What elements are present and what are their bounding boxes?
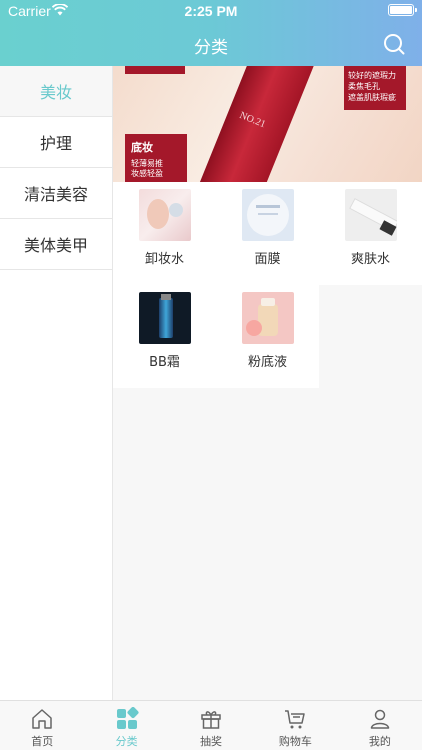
- product-label: BB霜: [149, 355, 180, 370]
- cart-icon: [285, 710, 306, 729]
- makeup-remover-image: [138, 189, 191, 241]
- product-row: 卸妆水 面膜 爽肤水: [113, 182, 422, 285]
- promo-banner[interactable]: NO.21 底妆 轻薄易推 妆感轻盈 较好的遮瑕力 柔焦毛孔 遮盖肌肤瑕疵: [113, 66, 422, 182]
- banner-note-line1: 较好的遮瑕力: [348, 71, 396, 80]
- banner-tag-title: 底妆: [131, 141, 153, 154]
- sidebar-item-cleansing[interactable]: 清洁美容: [0, 168, 112, 219]
- tab-category[interactable]: 分类: [84, 701, 168, 750]
- product-tile-toner[interactable]: 爽肤水: [319, 182, 422, 285]
- home-icon: [32, 709, 52, 729]
- bb-cream-image: [138, 292, 191, 344]
- banner-tag: 底妆 轻薄易推 妆感轻盈: [125, 134, 187, 182]
- product-tile-face-mask[interactable]: 面膜: [216, 182, 319, 285]
- tab-home[interactable]: 首页: [0, 701, 84, 750]
- banner-top-tag: [125, 66, 185, 74]
- tab-label: 购物车: [278, 735, 312, 748]
- product-tile-bb-cream[interactable]: BB霜: [113, 285, 216, 388]
- face-mask-image: [241, 189, 294, 241]
- tab-cart[interactable]: 购物车: [253, 701, 337, 750]
- product-label: 爽肤水: [350, 252, 390, 267]
- product-row: BB霜 粉底液: [113, 285, 319, 388]
- tab-label: 抽奖: [200, 735, 223, 748]
- product-label: 面膜: [254, 252, 281, 267]
- status-bar: Carrier 2:25 PM: [0, 0, 422, 22]
- banner-tag-line1: 轻薄易推: [131, 159, 163, 168]
- sidebar-item-body-nail[interactable]: 美体美甲: [0, 219, 112, 270]
- tube-text: NO.21: [237, 109, 267, 131]
- toner-image: [344, 189, 397, 241]
- category-sidebar: 美妆 护理 清洁美容 美体美甲: [0, 66, 113, 700]
- search-icon[interactable]: [382, 32, 406, 56]
- banner-tag-line2: 妆感轻盈: [131, 169, 163, 178]
- banner-note: 较好的遮瑕力 柔焦毛孔 遮盖肌肤瑕疵: [344, 66, 406, 110]
- tab-label: 分类: [115, 735, 138, 748]
- product-label: 粉底液: [247, 355, 287, 370]
- banner-note-line2: 柔焦毛孔: [348, 82, 380, 91]
- bottom-tab-bar: 首页 分类 抽奖 购物车 我的: [0, 700, 422, 750]
- product-tile-makeup-remover[interactable]: 卸妆水: [113, 182, 216, 285]
- foundation-image: [241, 292, 294, 344]
- battery-icon: [388, 4, 417, 16]
- category-content: NO.21 底妆 轻薄易推 妆感轻盈 较好的遮瑕力 柔焦毛孔 遮盖肌肤瑕疵 卸妆…: [113, 66, 422, 700]
- product-tile-foundation[interactable]: 粉底液: [216, 285, 319, 388]
- page-title: 分类: [194, 38, 228, 58]
- category-icon: [116, 707, 139, 729]
- clock: 2:25 PM: [184, 3, 238, 19]
- top-header: Carrier 2:25 PM 分类: [0, 0, 422, 66]
- sidebar-item-care[interactable]: 护理: [0, 117, 112, 168]
- tab-lottery[interactable]: 抽奖: [169, 701, 253, 750]
- tab-profile[interactable]: 我的: [338, 701, 422, 750]
- user-icon: [370, 709, 390, 729]
- tab-label: 我的: [368, 735, 391, 748]
- product-tube-image: NO.21: [189, 66, 319, 182]
- banner-note-line3: 遮盖肌肤瑕疵: [348, 93, 396, 102]
- tab-label: 首页: [31, 735, 54, 748]
- product-grid: 卸妆水 面膜 爽肤水 BB霜 粉底液: [113, 182, 422, 388]
- gift-icon: [201, 711, 221, 729]
- product-label: 卸妆水: [144, 252, 184, 267]
- sidebar-item-makeup[interactable]: 美妆: [0, 66, 112, 117]
